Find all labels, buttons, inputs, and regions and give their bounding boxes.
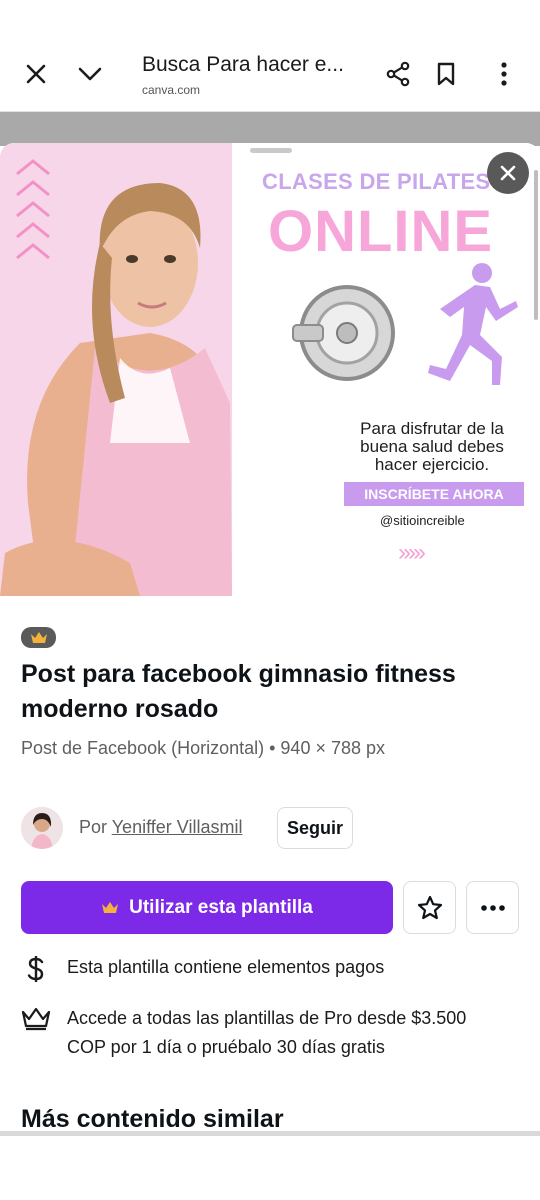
preview-heading: CLASES DE PILATES: [262, 169, 491, 194]
runner-silhouette-icon: [428, 263, 518, 385]
preview-handle: @sitioincreible: [380, 513, 465, 528]
info-text-pro: Accede a todas las plantillas de Pro des…: [67, 1008, 467, 1057]
author-avatar[interactable]: [21, 807, 63, 849]
backdrop-strip: [0, 112, 540, 146]
info-text-paid: Esta plantilla contiene elementos pagos: [67, 957, 385, 977]
more-horizontal-icon: [480, 904, 505, 911]
author-link[interactable]: Yeniffer Villasmil: [112, 817, 243, 837]
page-url: canva.com: [142, 83, 201, 97]
share-icon[interactable]: [380, 56, 416, 92]
woman-with-dumbbell-photo: [0, 183, 232, 596]
sheet-drag-handle[interactable]: [250, 148, 292, 153]
page-title: Busca Para hacer e...: [142, 53, 344, 76]
close-icon[interactable]: [18, 56, 54, 92]
preview-headline: ONLINE: [268, 199, 494, 264]
bottom-area: [0, 1136, 540, 1200]
favorite-button[interactable]: [403, 881, 456, 934]
preview-photo-area: [0, 143, 232, 596]
scroll-indicator: [534, 170, 538, 320]
pro-badge: [21, 627, 56, 648]
crown-icon: [30, 632, 47, 643]
dollar-icon: [21, 953, 51, 982]
browser-top-bar: Busca Para hacer e... canva.com: [0, 0, 540, 112]
author-line: Por Yeniffer Villasmil: [79, 817, 242, 838]
crown-icon: [21, 1004, 51, 1031]
template-subtitle: Post de Facebook (Horizontal) • 940 × 78…: [21, 738, 386, 758]
template-title: Post para facebook gimnasio fitness mode…: [21, 660, 456, 723]
chevron-down-icon[interactable]: [72, 56, 108, 92]
more-vertical-icon[interactable]: [486, 56, 522, 92]
star-icon: [417, 895, 442, 919]
follow-button[interactable]: Seguir: [277, 807, 353, 849]
preview-cta: INSCRÍBETE AHORA: [344, 482, 524, 506]
use-template-label: Utilizar esta plantilla: [129, 896, 313, 918]
more-options-button[interactable]: [466, 881, 519, 934]
crown-icon: [102, 902, 119, 913]
close-icon: [500, 165, 516, 181]
dumbbell-image: [292, 285, 395, 381]
preview-body-text: Para disfrutar de la buena salud debes h…: [360, 419, 504, 474]
more-content-heading: Más contenido similar: [21, 1105, 284, 1133]
info-row-paid-elements: Esta plantilla contiene elementos pagos: [21, 953, 384, 982]
info-row-pro-offer: Accede a todas las plantillas de Pro des…: [21, 1004, 521, 1062]
by-prefix: Por: [79, 817, 108, 837]
use-template-button[interactable]: Utilizar esta plantilla: [21, 881, 393, 934]
close-preview-button[interactable]: [487, 152, 529, 194]
template-preview[interactable]: CLASES DE PILATES ONLINE Para disfrutar …: [0, 143, 540, 596]
bookmark-icon[interactable]: [428, 56, 464, 92]
preview-arrows: ›››››: [398, 539, 426, 566]
